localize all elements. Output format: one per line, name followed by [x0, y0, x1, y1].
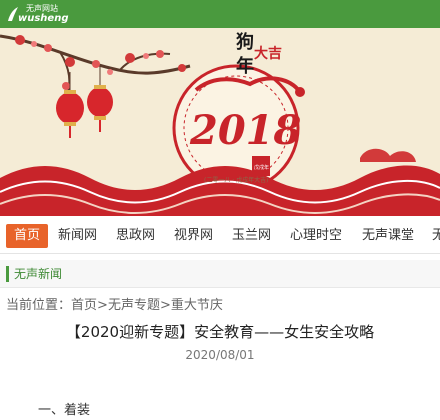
banner-seal-text: 戊戌年 [254, 164, 269, 171]
section-header: 无声新闻 [0, 260, 440, 288]
logo-bottom-text: wusheng [18, 13, 69, 24]
nav-item-more[interactable]: 无 [432, 224, 440, 248]
logo-top-text: 无声网站 [26, 4, 58, 13]
breadcrumb-topic-link[interactable]: 无声专题 [108, 298, 160, 313]
site-logo[interactable]: 无声网站 wusheng [6, 3, 76, 25]
banner-line2: 大吉 [254, 45, 282, 62]
cloud-icon [360, 148, 416, 162]
nav-item-psychology[interactable]: 心理时空 [290, 224, 342, 248]
lantern-left-icon [56, 72, 84, 138]
section-accent-bar [6, 266, 9, 282]
nav-item-vision[interactable]: 视界网 [174, 224, 213, 248]
top-bar: 无声网站 wusheng [0, 0, 440, 28]
breadcrumb-current-link[interactable]: 重大节庆 [171, 298, 223, 313]
banner-art: 狗 大吉 年 2018 戊戌年 (二零一八 · 戊戌年大吉) [0, 31, 440, 216]
nav-item-yulan[interactable]: 玉兰网 [232, 224, 271, 248]
section-title[interactable]: 无声新闻 [14, 266, 62, 282]
nav-item-home[interactable]: 首页 [6, 224, 49, 248]
breadcrumb-separator: > [97, 298, 108, 313]
nav-item-classroom[interactable]: 无声课堂 [362, 224, 414, 248]
article-subheading: 一、着装 [38, 403, 91, 418]
nav-item-news[interactable]: 新闻网 [58, 224, 97, 248]
article-date: 2020/08/01 [185, 348, 255, 362]
lantern-right-icon [87, 66, 113, 132]
waves-icon [0, 165, 440, 216]
banner-line1: 狗 [236, 31, 254, 53]
breadcrumb-prefix: 当前位置： [6, 298, 72, 313]
breadcrumb: 当前位置：首页>无声专题>重大节庆 [6, 297, 223, 315]
breadcrumb-home-link[interactable]: 首页 [71, 298, 97, 313]
nav-item-politics[interactable]: 思政网 [116, 224, 155, 248]
breadcrumb-separator: > [159, 298, 171, 313]
new-year-banner[interactable]: 狗 大吉 年 2018 戊戌年 (二零一八 · 戊戌年大吉) [0, 28, 440, 216]
banner-year: 2018 [189, 107, 301, 154]
banner-line3: 年 [236, 55, 254, 77]
main-nav: 首页 新闻网 思政网 视界网 玉兰网 心理时空 无声课堂 无 [0, 216, 440, 254]
article-title: 【2020迎新专题】安全教育——女生安全攻略 [65, 323, 375, 341]
banner-caption: (二零一八 · 戊戌年大吉) [204, 176, 268, 184]
